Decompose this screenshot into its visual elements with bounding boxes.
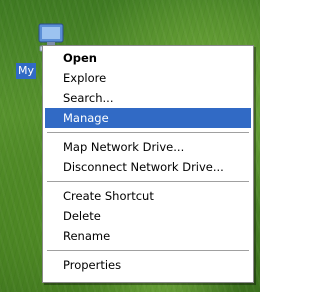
menu-separator — [47, 181, 249, 182]
menu-item-explore[interactable]: Explore — [45, 68, 251, 88]
menu-item-map-network-drive[interactable]: Map Network Drive... — [45, 137, 251, 157]
my-computer-label[interactable]: My — [16, 63, 37, 79]
context-menu: Open Explore Search... Manage Map Network Dr… — [42, 45, 254, 283]
menu-item-disconnect-network-drive[interactable]: Disconnect Network Drive... — [45, 157, 251, 177]
menu-item-search[interactable]: Search... — [45, 88, 251, 108]
menu-item-properties[interactable]: Properties — [45, 255, 251, 275]
menu-separator — [47, 250, 249, 251]
menu-separator — [47, 132, 249, 133]
menu-item-open[interactable]: Open — [45, 48, 251, 68]
menu-item-create-shortcut[interactable]: Create Shortcut — [45, 186, 251, 206]
menu-item-rename[interactable]: Rename — [45, 226, 251, 246]
menu-item-delete[interactable]: Delete — [45, 206, 251, 226]
menu-item-manage[interactable]: Manage — [45, 108, 251, 128]
